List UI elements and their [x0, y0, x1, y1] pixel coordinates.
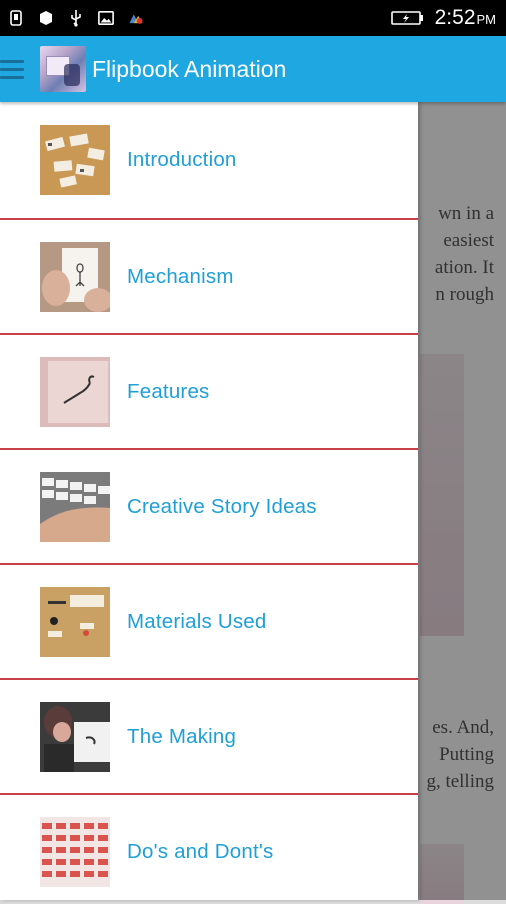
- hamburger-icon[interactable]: [0, 56, 26, 82]
- menu-item-label: Materials Used: [127, 609, 267, 633]
- menu-item-features[interactable]: Features: [0, 335, 418, 450]
- menu-item-dos-and-donts[interactable]: Do's and Dont's: [0, 795, 418, 900]
- features-thumbnail: [40, 356, 110, 427]
- usb-icon: [68, 10, 84, 27]
- app-update-icon: [128, 10, 144, 26]
- menu-item-label: The Making: [127, 724, 237, 748]
- clock-time: 2:52: [434, 6, 476, 29]
- status-clock: 2:52PM: [435, 6, 496, 30]
- menu-item-materials-used[interactable]: Materials Used: [0, 565, 418, 680]
- menu-item-label: Creative Story Ideas: [127, 494, 317, 518]
- introduction-thumbnail: [40, 125, 110, 195]
- shield-icon: [38, 10, 54, 26]
- status-bar-system: 2:52PM: [390, 6, 506, 30]
- battery-charging-icon: [390, 10, 425, 26]
- materials-used-thumbnail: [40, 586, 110, 657]
- status-bar: 2:52PM: [0, 0, 506, 36]
- dos-and-donts-thumbnail: [40, 816, 110, 887]
- menu-item-label: Do's and Dont's: [127, 839, 274, 863]
- image-icon: [98, 10, 114, 26]
- menu-item-mechanism[interactable]: Mechanism: [0, 220, 418, 335]
- creative-story-ideas-thumbnail: [40, 471, 110, 542]
- menu-item-label: Features: [127, 379, 210, 403]
- status-bar-notifications: [0, 10, 144, 27]
- app-title: Flipbook Animation: [92, 55, 287, 82]
- menu-item-label: Introduction: [127, 148, 237, 171]
- navigation-drawer: Introduction Mechanism Features Creative…: [0, 102, 418, 900]
- menu-item-introduction[interactable]: Introduction: [0, 102, 418, 220]
- menu-item-creative-story-ideas[interactable]: Creative Story Ideas: [0, 450, 418, 565]
- mechanism-thumbnail: [40, 241, 110, 312]
- clock-ampm: PM: [476, 12, 497, 27]
- sim-card-icon: [8, 10, 24, 26]
- app-logo: [40, 46, 86, 92]
- menu-item-the-making[interactable]: The Making: [0, 680, 418, 795]
- the-making-thumbnail: [40, 701, 110, 772]
- menu-item-label: Mechanism: [127, 264, 234, 288]
- app-bar: Flipbook Animation: [0, 36, 506, 102]
